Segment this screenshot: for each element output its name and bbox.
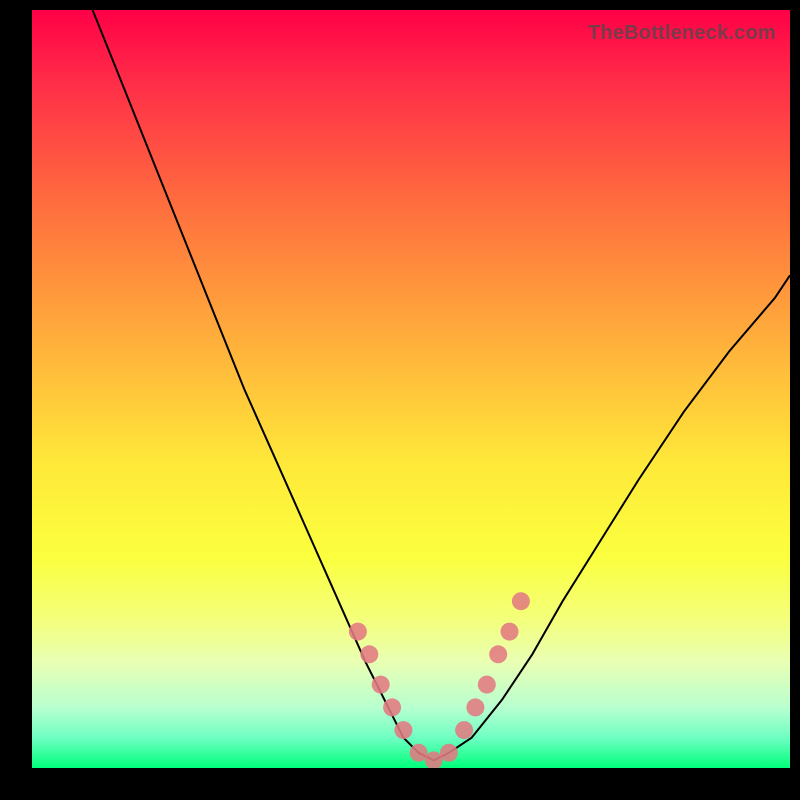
chart-frame: TheBottleneck.com bbox=[0, 0, 800, 800]
highlight-dot bbox=[489, 645, 507, 663]
chart-svg bbox=[32, 10, 790, 768]
highlight-points bbox=[349, 592, 530, 768]
curve-path bbox=[93, 10, 790, 760]
plot-area: TheBottleneck.com bbox=[32, 10, 790, 768]
highlight-dot bbox=[440, 744, 458, 762]
highlight-dot bbox=[372, 676, 390, 694]
highlight-dot bbox=[394, 721, 412, 739]
highlight-dot bbox=[466, 698, 484, 716]
highlight-dot bbox=[383, 698, 401, 716]
highlight-dot bbox=[360, 645, 378, 663]
highlight-dot bbox=[455, 721, 473, 739]
highlight-dot bbox=[478, 676, 496, 694]
highlight-dot bbox=[512, 592, 530, 610]
highlight-dot bbox=[501, 623, 519, 641]
highlight-dot bbox=[349, 623, 367, 641]
